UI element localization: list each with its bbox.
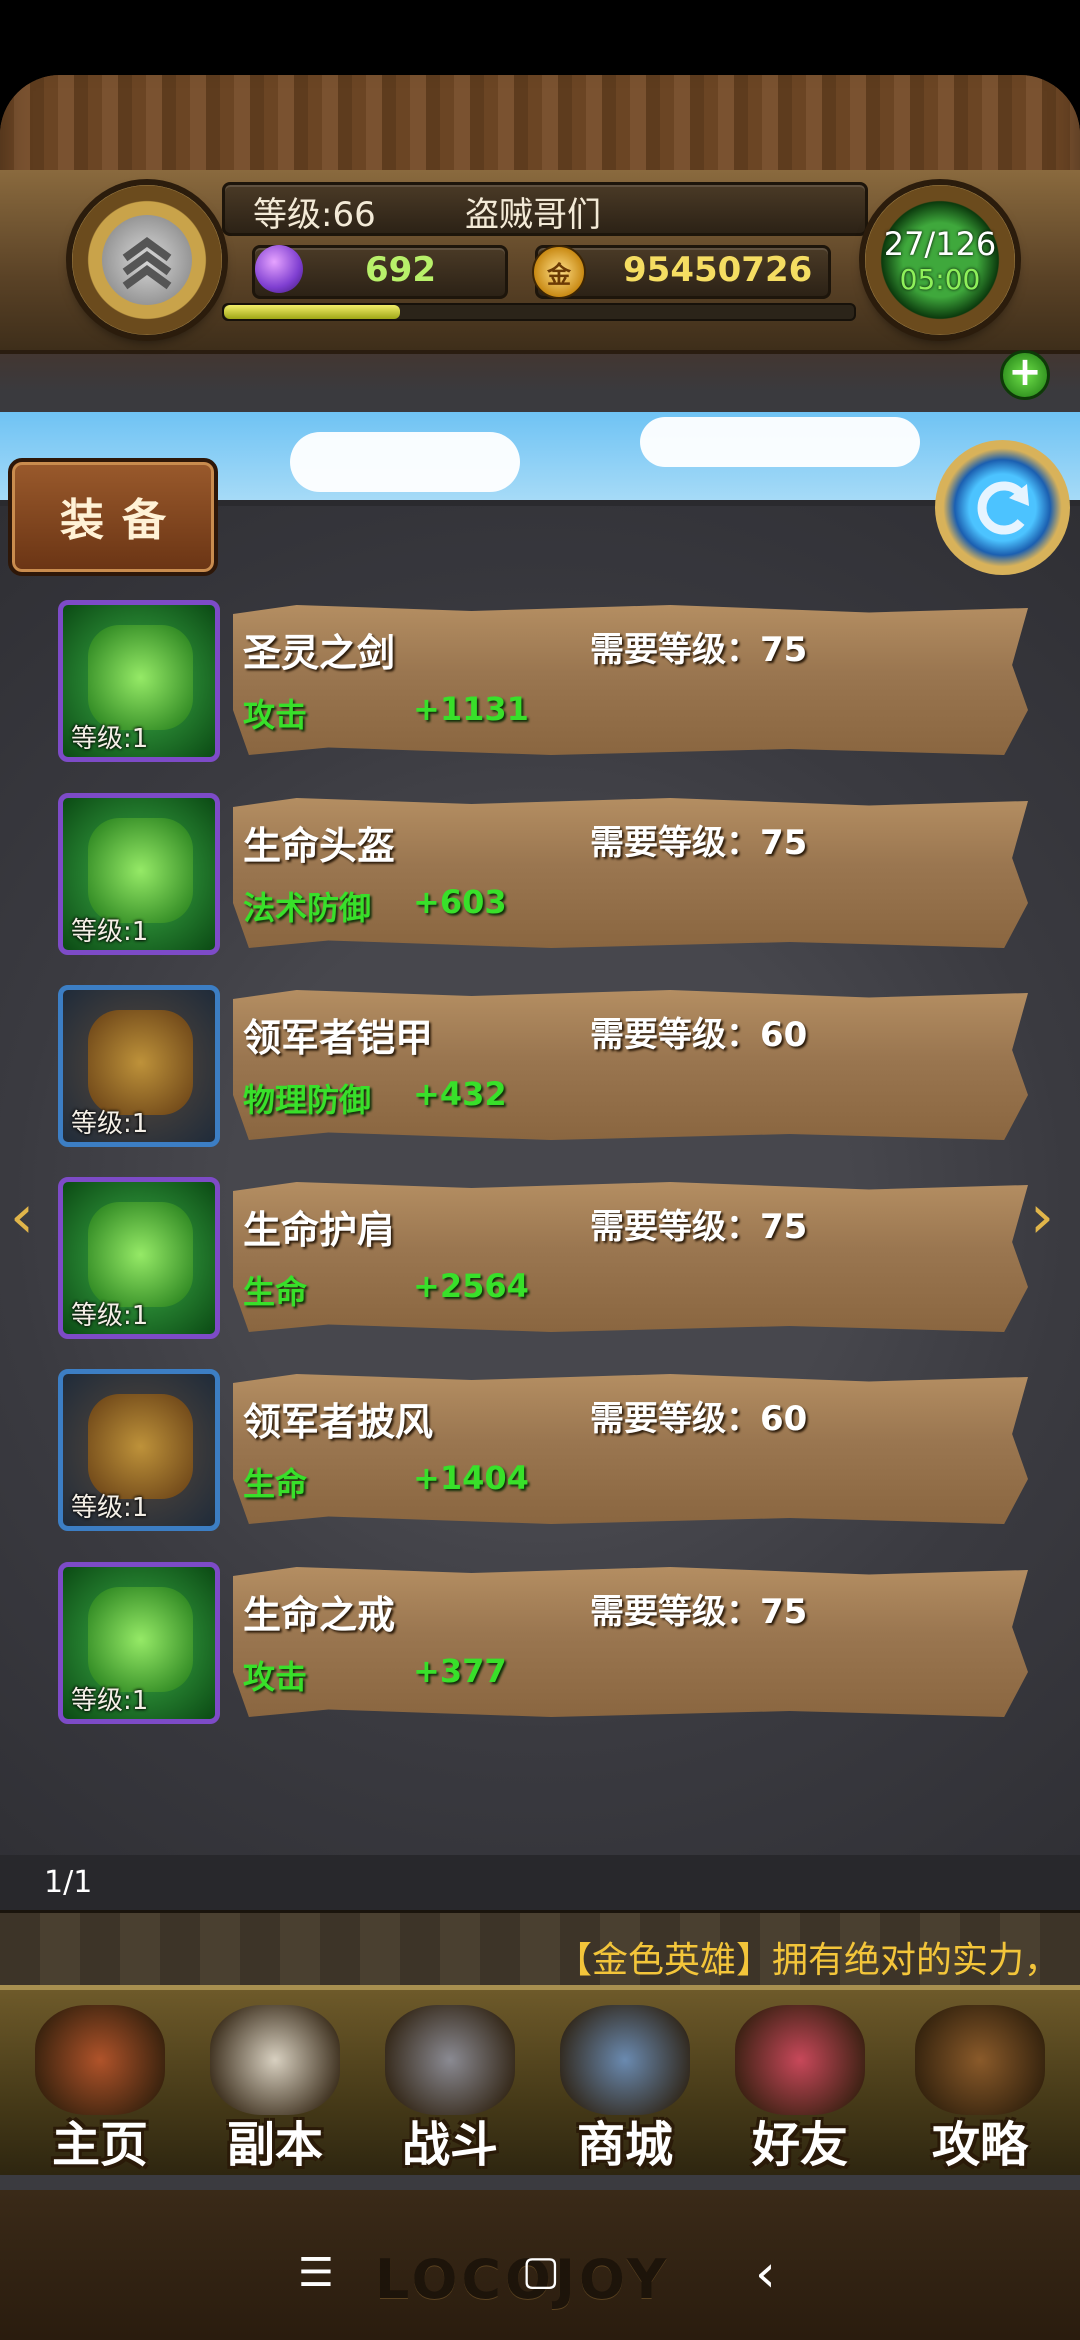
item-name: 领军者披风 [243, 1400, 434, 1444]
equipment-row[interactable]: 等级:1 领军者披风 需要等级：60 生命 +1404 [58, 1369, 1033, 1534]
stat-name: 物理防御 [243, 1081, 372, 1119]
item-icon[interactable]: 等级:1 [58, 1369, 220, 1531]
equipment-row[interactable]: 等级:1 圣灵之剑 需要等级：75 攻击 +1131 [58, 600, 1033, 765]
item-level: 等级:1 [71, 724, 149, 754]
required-level: 需要等级：75 [590, 630, 808, 670]
stat-name: 法术防御 [243, 889, 372, 927]
stat-value: +603 [413, 883, 507, 921]
stat-name: 生命 [243, 1273, 308, 1311]
nav-friends-button[interactable]: 好友 [715, 2005, 885, 2173]
item-art [88, 1394, 193, 1499]
page-number: 1/1 [44, 1865, 93, 1900]
return-button[interactable] [935, 440, 1070, 575]
item-level: 等级:1 [71, 1109, 149, 1139]
skull-icon [210, 2005, 340, 2115]
item-icon[interactable]: 等级:1 [58, 985, 220, 1147]
item-name: 生命之戒 [243, 1593, 396, 1637]
nav-book-button[interactable]: 攻略 [895, 2005, 1065, 2173]
nav-skull-button[interactable]: 副本 [190, 2005, 360, 2173]
nav-house-button[interactable]: 主页 [15, 2005, 185, 2173]
item-art [88, 1587, 193, 1692]
equipment-row[interactable]: 等级:1 生命护肩 需要等级：75 生命 +2564 [58, 1177, 1033, 1342]
item-icon[interactable]: 等级:1 [58, 793, 220, 955]
stat-name: 生命 [243, 1465, 308, 1503]
required-level: 需要等级：75 [590, 823, 808, 863]
equipment-row[interactable]: 等级:1 生命之戒 需要等级：75 攻击 +377 [58, 1562, 1033, 1727]
nav-label: 主页 [51, 2117, 148, 2173]
stat-name: 攻击 [243, 696, 308, 734]
next-page-arrow[interactable]: › [1030, 1182, 1054, 1252]
player-level: 等级:66 [253, 195, 376, 235]
item-name: 圣灵之剑 [243, 631, 396, 675]
stat-value: +432 [413, 1075, 507, 1113]
energy-orb[interactable]: 27/126 05:00 [865, 185, 1015, 335]
rank-chevron-icon [102, 215, 192, 305]
item-name: 生命头盔 [243, 824, 396, 868]
item-icon[interactable]: 等级:1 [58, 1177, 220, 1339]
gem-count: 692 [365, 250, 436, 290]
nav-label: 好友 [751, 2117, 848, 2173]
item-level: 等级:1 [71, 1493, 149, 1523]
equipment-row[interactable]: 等级:1 生命头盔 需要等级：75 法术防御 +603 [58, 793, 1033, 958]
menu-icon[interactable]: ☰ [298, 2250, 334, 2296]
player-name: 盗贼哥们 [465, 195, 601, 235]
item-icon[interactable]: 等级:1 [58, 600, 220, 762]
item-art [88, 1202, 193, 1307]
nav-sword-button[interactable]: 战斗 [365, 2005, 535, 2173]
friends-icon [735, 2005, 865, 2115]
required-level: 需要等级：60 [590, 1015, 808, 1055]
nav-shop-button[interactable]: 商城 [540, 2005, 710, 2173]
item-art [88, 1010, 193, 1115]
add-energy-button[interactable]: + [1000, 349, 1050, 400]
item-level: 等级:1 [71, 1686, 149, 1716]
back-icon[interactable]: ‹ [755, 2244, 776, 2304]
item-art [88, 625, 193, 730]
equipment-tab[interactable]: 装备 [8, 458, 218, 576]
nav-label: 攻略 [931, 2117, 1028, 2173]
previous-page-arrow[interactable]: ‹ [10, 1182, 34, 1252]
item-art [88, 818, 193, 923]
stat-value: +2564 [413, 1267, 529, 1305]
item-name: 生命护肩 [243, 1208, 396, 1252]
cloud [640, 417, 920, 467]
experience-fill [224, 305, 401, 319]
return-arrow-icon [977, 481, 1029, 535]
item-name: 领军者铠甲 [243, 1016, 434, 1060]
ticker-text: 【金色英雄】拥有绝对的实力， [555, 1940, 1060, 1981]
experience-bar [222, 303, 856, 321]
item-icon[interactable]: 等级:1 [58, 1562, 220, 1724]
gold-count: 95450726 [623, 250, 813, 290]
stat-name: 攻击 [243, 1658, 308, 1696]
required-level: 需要等级：75 [590, 1207, 808, 1247]
book-icon [915, 2005, 1045, 2115]
shop-icon [560, 2005, 690, 2115]
home-icon[interactable]: ▢ [522, 2248, 560, 2294]
nav-label: 商城 [576, 2117, 673, 2173]
required-level: 需要等级：75 [590, 1592, 808, 1632]
page-indicator: 1/1 [0, 1855, 1080, 1910]
sword-icon [385, 2005, 515, 2115]
item-level: 等级:1 [71, 917, 149, 947]
house-icon [35, 2005, 165, 2115]
news-ticker: 【金色英雄】拥有绝对的实力， [0, 1910, 1080, 1993]
level-name-plate: 等级:66 盗贼哥们 [222, 182, 868, 236]
gem-icon [255, 245, 303, 293]
stat-value: +1131 [413, 690, 529, 728]
stat-value: +377 [413, 1652, 507, 1690]
stat-value: +1404 [413, 1459, 529, 1497]
energy-timer: 05:00 [899, 263, 981, 296]
nav-label: 战斗 [401, 2117, 498, 2173]
required-level: 需要等级：60 [590, 1399, 808, 1439]
item-level: 等级:1 [71, 1301, 149, 1331]
gold-coin-icon: 金 [532, 245, 586, 299]
nav-label: 副本 [226, 2117, 323, 2173]
cloud [290, 432, 520, 492]
energy-count: 27/126 [883, 225, 997, 263]
equipment-row[interactable]: 等级:1 领军者铠甲 需要等级：60 物理防御 +432 [58, 985, 1033, 1150]
